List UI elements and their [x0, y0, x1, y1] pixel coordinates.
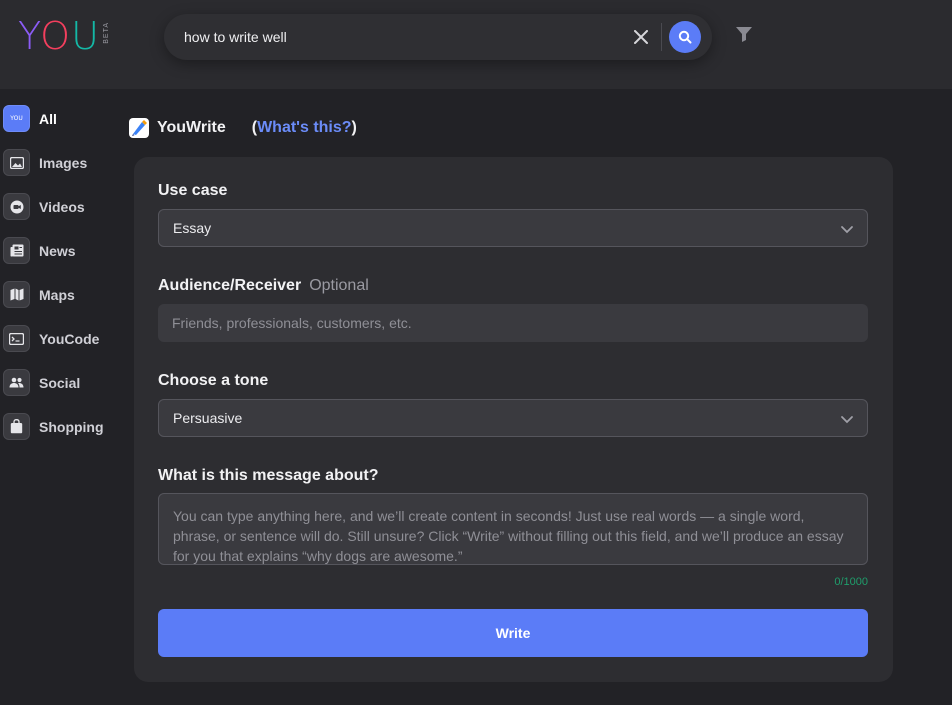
tone-select[interactable]: Persuasive — [158, 399, 868, 437]
close-icon[interactable] — [630, 26, 652, 48]
map-icon — [3, 281, 30, 308]
use-case-value: Essay — [173, 220, 212, 236]
write-button[interactable]: Write — [158, 609, 868, 657]
sidebar-item-label: YouCode — [39, 331, 100, 347]
people-icon — [3, 369, 30, 396]
search-divider — [661, 23, 662, 51]
audience-label: Audience/Receiver Optional — [158, 277, 369, 295]
use-case-label: Use case — [158, 182, 228, 199]
youwrite-header: YouWrite (What's this?) — [129, 118, 357, 138]
sidebar-item-label: News — [39, 243, 76, 259]
sidebar-item-label: Social — [39, 375, 81, 391]
sidebar-item-label: Shopping — [39, 419, 104, 435]
sidebar-item-images[interactable]: Images — [3, 149, 123, 193]
message-textarea[interactable] — [158, 493, 868, 565]
audience-input[interactable] — [158, 304, 868, 342]
image-icon — [3, 149, 30, 176]
sidebar-item-social[interactable]: Social — [3, 369, 123, 413]
sidebar-item-label: All — [39, 111, 57, 127]
sidebar-item-label: Videos — [39, 199, 85, 215]
chevron-down-icon — [841, 226, 853, 234]
sidebar-item-youcode[interactable]: YouCode — [3, 325, 123, 369]
whats-this-wrapper: (What's this?) — [252, 119, 357, 137]
search-input[interactable] — [184, 27, 614, 47]
logo-letter-u: U — [71, 14, 100, 58]
logo-letter-o: O — [40, 14, 72, 58]
whats-this-link[interactable]: What's this? — [257, 119, 351, 136]
optional-tag: Optional — [309, 277, 369, 294]
video-icon — [3, 193, 30, 220]
paren-close: ) — [351, 119, 357, 136]
youwrite-title: YouWrite — [157, 119, 226, 136]
filter-icon[interactable] — [735, 25, 753, 43]
message-label: What is this message about? — [158, 467, 379, 484]
you-logo[interactable]: YOU BETA — [18, 17, 110, 55]
tone-value: Persuasive — [173, 410, 243, 426]
sidebar-item-label: Maps — [39, 287, 75, 303]
sidebar-item-shopping[interactable]: Shopping — [3, 413, 123, 457]
use-case-select[interactable]: Essay — [158, 209, 868, 247]
shopping-bag-icon — [3, 413, 30, 440]
sidebar-item-videos[interactable]: Videos — [3, 193, 123, 237]
you-icon: YOU — [3, 105, 30, 132]
search-button[interactable] — [669, 21, 701, 53]
sidebar-item-maps[interactable]: Maps — [3, 281, 123, 325]
sidebar-item-all[interactable]: YOU All — [3, 105, 123, 149]
logo-letter-y: Y — [18, 14, 41, 58]
search-icon — [678, 30, 692, 44]
sidebar: YOU All Images Videos News Maps YouCode — [3, 105, 123, 457]
character-counter: 0/1000 — [834, 576, 868, 588]
sidebar-item-news[interactable]: News — [3, 237, 123, 281]
logo-wordmark: YOU — [18, 17, 100, 55]
audience-label-text: Audience/Receiver — [158, 277, 302, 294]
tone-label: Choose a tone — [158, 372, 269, 389]
sidebar-item-label: Images — [39, 155, 88, 171]
chevron-down-icon — [841, 416, 853, 424]
youwrite-form-card: Use case Essay Audience/Receiver Optional… — [134, 157, 893, 682]
code-icon — [3, 325, 30, 352]
you-icon-text: YOU — [10, 115, 23, 122]
search-bar — [164, 14, 712, 60]
top-bar: YOU BETA — [0, 0, 952, 89]
youwrite-logo-icon — [129, 118, 149, 138]
news-icon — [3, 237, 30, 264]
beta-badge: BETA — [102, 22, 110, 44]
